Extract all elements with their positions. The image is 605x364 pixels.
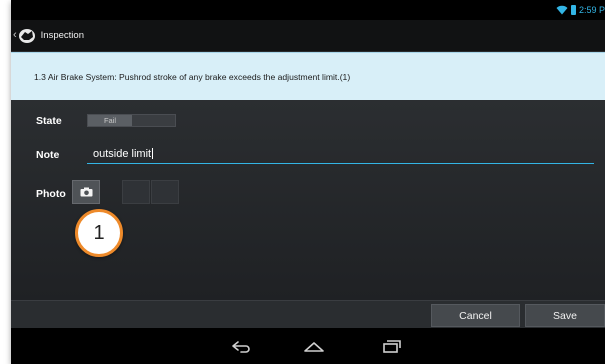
navigation-bar [11,328,605,364]
recents-icon[interactable] [379,337,403,355]
action-bar-title: Inspection [40,30,84,41]
cancel-button[interactable]: Cancel [431,304,520,327]
photo-slot-2[interactable] [122,180,150,204]
note-label: Note [36,149,60,161]
text-cursor [152,148,154,159]
take-photo-button[interactable] [72,180,100,204]
up-navigation-icon[interactable]: ‹ [13,30,17,41]
action-bar: ‹ Inspection [11,20,605,52]
home-icon[interactable] [302,337,326,355]
wifi-icon [556,5,568,15]
photo-label: Photo [36,188,66,200]
back-icon[interactable] [229,337,253,355]
photo-slot-3[interactable] [151,180,179,204]
status-time: 2:59 P [578,5,605,15]
device-screen: 2:59 P ‹ Inspection 1.3 Air Brake System… [11,0,605,364]
question-text: 1.3 Air Brake System: Pushrod stroke of … [34,71,351,82]
app-icon[interactable] [18,28,36,44]
button-bar: Cancel Save [11,300,605,328]
status-bar: 2:59 P [11,0,605,20]
note-input-value: outside limit [93,147,152,160]
callout-badge: 1 [75,209,123,257]
form-body: State Fail Note outside limit Photo 1 [11,100,605,300]
battery-icon [570,5,576,15]
state-label: State [36,115,62,127]
state-spinner[interactable]: Fail [87,114,176,127]
question-banner: 1.3 Air Brake System: Pushrod stroke of … [11,52,605,100]
status-icons: 2:59 P [556,4,605,16]
save-button[interactable]: Save [525,304,605,327]
camera-icon [80,187,92,197]
note-input[interactable]: outside limit [87,144,594,164]
state-selected-value: Fail [88,115,132,126]
